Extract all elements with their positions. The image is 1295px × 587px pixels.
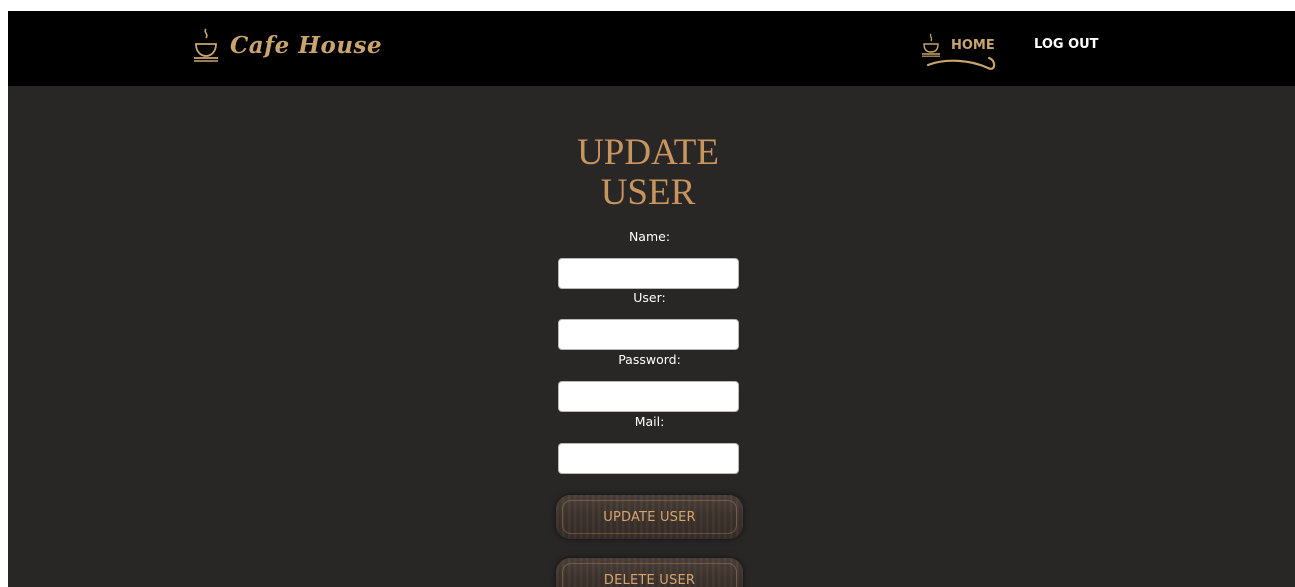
name-label: Name: xyxy=(628,229,671,244)
delete-user-button[interactable]: DELETE USER xyxy=(556,558,743,587)
page-title-line1: UPDATE xyxy=(577,132,719,173)
coffee-cup-icon xyxy=(922,33,940,57)
delete-user-button-label: DELETE USER xyxy=(562,563,737,587)
brand-logo[interactable]: Cafe House xyxy=(192,25,382,65)
update-user-button[interactable]: UPDATE USER xyxy=(556,495,743,539)
page-title-line2: USER xyxy=(600,172,696,213)
nav-home-label: HOME xyxy=(951,37,995,53)
password-field[interactable] xyxy=(558,381,739,412)
coffee-cup-icon xyxy=(194,28,218,62)
user-label: User: xyxy=(633,290,666,305)
nav-logout-link[interactable]: LOG OUT xyxy=(1034,37,1099,52)
nav-home-link[interactable]: HOME xyxy=(921,33,995,57)
update-user-button-label: UPDATE USER xyxy=(562,500,737,534)
app-frame: Cafe House HOME LOG OUT UPDATE USER Name… xyxy=(8,11,1295,587)
mail-field[interactable] xyxy=(558,443,739,474)
page-title: UPDATE USER xyxy=(553,133,743,213)
mail-label: Mail: xyxy=(634,414,665,429)
active-underline-swoosh xyxy=(926,56,996,70)
user-field[interactable] xyxy=(558,319,739,350)
navbar: Cafe House HOME LOG OUT xyxy=(8,11,1295,86)
brand-name: Cafe House xyxy=(230,31,383,59)
password-label: Password: xyxy=(618,352,681,367)
name-field[interactable] xyxy=(558,258,739,289)
